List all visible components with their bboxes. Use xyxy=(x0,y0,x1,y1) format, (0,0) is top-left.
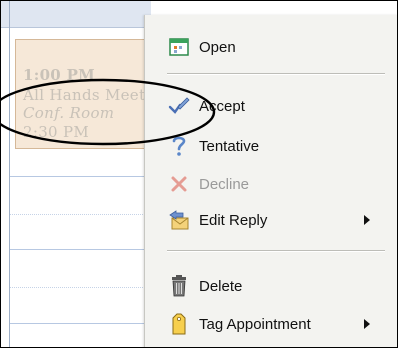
menu-item-label: Accept xyxy=(199,97,245,115)
screenshot-frame: 1:00 PM All Hands Meeting Conf. Room 2:3… xyxy=(0,0,398,348)
menu-item-accept[interactable]: Accept xyxy=(145,91,397,121)
menu-item-tag-appointment[interactable]: Tag Appointment xyxy=(145,309,397,339)
time-slot-line xyxy=(10,176,151,177)
envelope-arrow-icon xyxy=(167,208,191,232)
menu-item-label: Delete xyxy=(199,277,243,295)
menu-item-label: Edit Reply xyxy=(199,211,268,229)
half-hour-line xyxy=(10,214,151,215)
menu-item-open[interactable]: Open xyxy=(145,32,397,62)
question-mark-icon xyxy=(167,134,191,158)
appointment-location: Conf. Room xyxy=(23,104,115,122)
menu-item-label: Decline xyxy=(199,175,250,193)
half-hour-line xyxy=(10,287,151,288)
calendar-day-view[interactable]: 1:00 PM All Hands Meeting Conf. Room 2:3… xyxy=(1,1,151,347)
x-icon xyxy=(167,172,191,196)
time-slot-line xyxy=(10,249,151,250)
calendar-left-rule xyxy=(9,1,10,347)
appointment-end-time: 2:30 PM xyxy=(23,123,90,141)
trash-icon xyxy=(167,274,191,298)
menu-separator xyxy=(167,73,385,75)
menu-item-label: Open xyxy=(199,38,236,56)
tag-icon xyxy=(167,312,191,336)
submenu-arrow-icon xyxy=(364,319,370,329)
calendar-open-icon xyxy=(167,35,191,59)
appointment-start-time: 1:00 PM xyxy=(23,66,96,84)
appointment-block[interactable]: 1:00 PM All Hands Meeting Conf. Room 2:3… xyxy=(15,39,151,149)
menu-item-edit-reply[interactable]: Edit Reply xyxy=(145,205,397,235)
checkmark-pen-icon xyxy=(167,94,191,118)
menu-item-label: Tag Appointment xyxy=(199,315,311,333)
menu-separator xyxy=(167,250,385,252)
context-menu: Open Accept Tentative Decline Edit Reply… xyxy=(144,15,397,347)
submenu-arrow-icon xyxy=(364,215,370,225)
calendar-header-strip xyxy=(1,1,151,28)
menu-item-decline[interactable]: Decline xyxy=(145,169,397,199)
menu-item-tentative[interactable]: Tentative xyxy=(145,131,397,161)
menu-item-delete[interactable]: Delete xyxy=(145,271,397,301)
time-slot-line xyxy=(10,323,151,324)
appointment-title: All Hands Meeting xyxy=(23,86,150,104)
menu-item-label: Tentative xyxy=(199,137,260,155)
